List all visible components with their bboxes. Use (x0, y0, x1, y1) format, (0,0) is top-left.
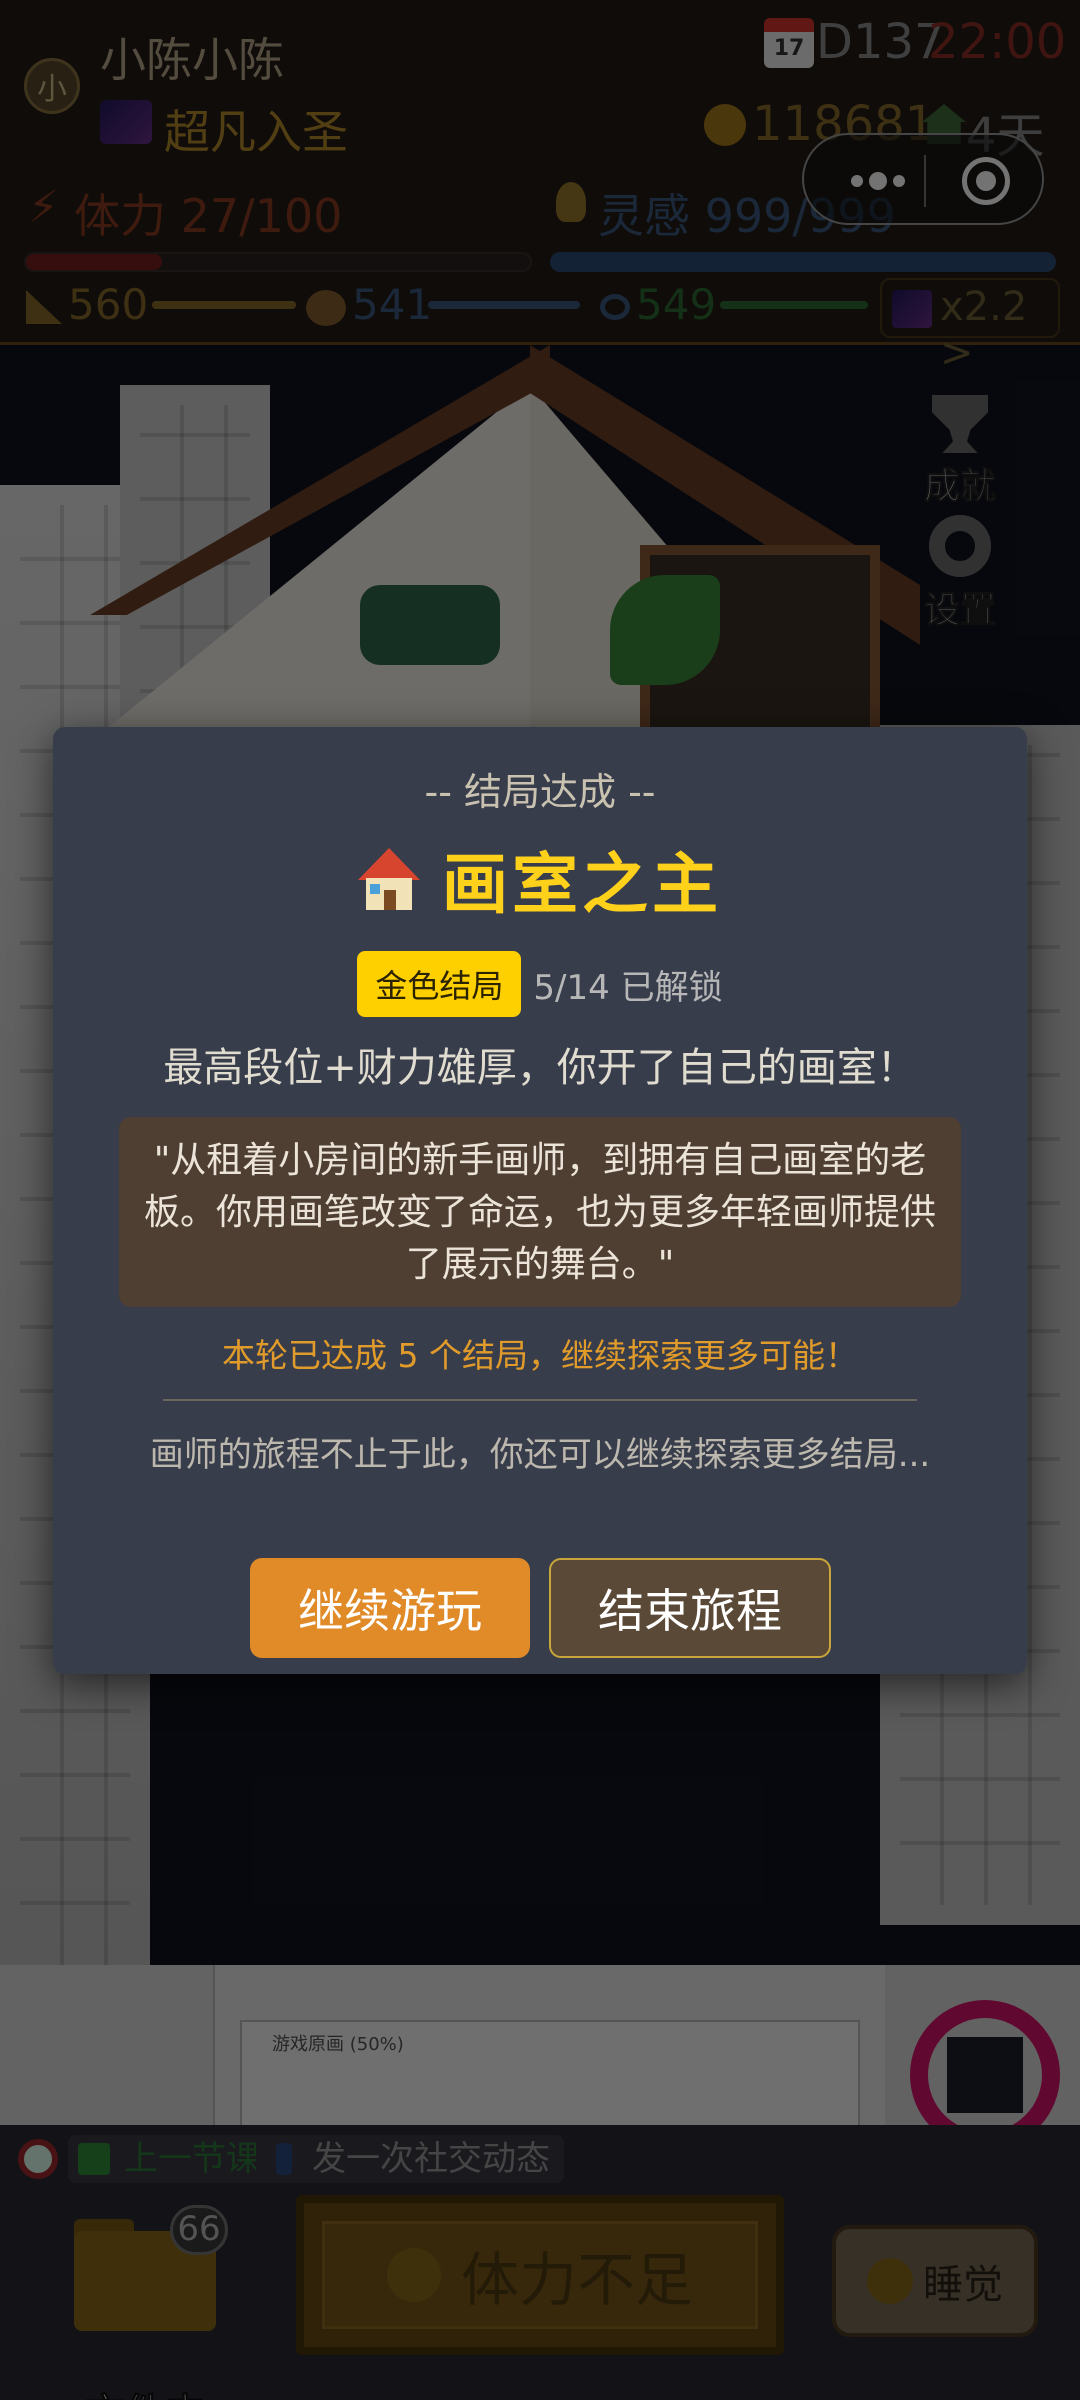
stat-art-value: 541 (352, 280, 433, 329)
target-icon (18, 2139, 58, 2179)
task-chip[interactable]: 发一次社交动态 (256, 2135, 564, 2183)
day-counter: D137 (816, 14, 945, 70)
modal-title-row: 画室之主 (53, 831, 1027, 927)
tool-panel (0, 1965, 215, 2125)
rank-label: 超凡入圣 (164, 105, 348, 159)
calendar-icon: 17 (764, 18, 814, 68)
drawing-canvas: 游戏原画 (50%) (240, 2020, 860, 2125)
achievements-button[interactable]: 成就 (900, 395, 1020, 508)
action-bar: 上一节课 发一次社交动态 66 文件夹 体力不足 睡觉 (0, 2125, 1080, 2400)
folder-count-badge: 66 (170, 2205, 228, 2255)
multiplier-button[interactable]: x2.2 > (880, 278, 1060, 376)
sleep-button[interactable]: 睡觉 (832, 2225, 1038, 2337)
phone-icon (276, 2143, 292, 2175)
sleep-label: 睡觉 (923, 2262, 1003, 2308)
miniprogram-capsule (802, 133, 1044, 225)
journey-note: 画师的旅程不止于此，你还可以继续探索更多结局... (149, 1435, 931, 1475)
ending-modal: -- 结局达成 -- 画室之主 金色结局 5/14 已解锁 最高段位+财力雄厚，… (53, 727, 1027, 1674)
task-label: 发一次社交动态 (312, 2139, 550, 2179)
sleeping-bag[interactable] (360, 585, 500, 665)
color-panel (885, 1965, 1080, 2125)
eye-icon (600, 294, 630, 320)
progress-note: 本轮已达成 5 个结局，继续探索更多可能！ (222, 1336, 858, 1375)
energy-bar (24, 252, 532, 272)
canvas-title: 游戏原画 (50%) (272, 2034, 404, 2055)
trophy-icon (932, 395, 988, 453)
unlock-count: 5/14 已解锁 (533, 967, 723, 1008)
stat-skill-bar (152, 301, 296, 309)
ending-tier-badge: 金色结局 (357, 951, 522, 1017)
lightning-icon: ⚡ (28, 182, 59, 233)
checkbox-checked-icon (78, 2143, 110, 2175)
close-target-icon[interactable] (962, 157, 1010, 205)
drawing-software-window: 游戏原画 (50%) (0, 1965, 1080, 2125)
stat-skill-value: 560 (68, 280, 149, 329)
clock-time: 22:00 (928, 14, 1067, 70)
folder-button[interactable]: 66 文件夹 (70, 2205, 228, 2400)
main-action-button[interactable]: 体力不足 (296, 2195, 784, 2355)
continue-button[interactable]: 继续游玩 (250, 1558, 530, 1658)
ruler-icon (26, 290, 62, 324)
end-journey-button[interactable]: 结束旅程 (549, 1558, 831, 1658)
energy-label: 体力 27/100 (74, 189, 343, 243)
inspiration-bar-fill (550, 252, 1056, 272)
modal-header: -- 结局达成 -- (424, 770, 656, 814)
color-picker-square (947, 2037, 1023, 2113)
ending-quote: "从租着小房间的新手画师，到拥有自己画室的老板。你用画笔改变了命运，也为更多年轻… (119, 1117, 961, 1307)
status-hud: 小 小陈小陈 超凡入圣 17 D137 22:00 118681 4天 ⚡ 体力… (0, 0, 1080, 376)
avatar[interactable]: 小 (24, 58, 80, 114)
player-name: 小陈小陈 (100, 33, 284, 87)
potted-plant[interactable] (610, 575, 720, 685)
stat-vision-value: 549 (636, 280, 717, 329)
inspiration-bar (550, 252, 1056, 272)
galaxy-icon (892, 290, 932, 328)
ending-description: 最高段位+财力雄厚，你开了自己的画室！ (163, 1045, 917, 1091)
multiplier-label: x2.2 > (940, 284, 1028, 376)
task-chip[interactable]: 上一节课 (68, 2135, 274, 2183)
more-menu-icon[interactable] (838, 163, 918, 199)
galaxy-icon (100, 100, 152, 144)
palette-icon (306, 290, 346, 326)
house-icon (358, 848, 420, 910)
achievements-label: 成就 (923, 466, 996, 508)
ending-title: 画室之主 (442, 846, 722, 923)
folder-label: 文件夹 (70, 2381, 220, 2400)
capsule-divider (924, 155, 926, 207)
divider (163, 1399, 917, 1401)
settings-label: 设置 (923, 590, 996, 632)
energy-bar-fill (26, 254, 163, 270)
coin-icon (704, 104, 746, 146)
gear-icon (929, 515, 991, 577)
lightbulb-icon (556, 182, 586, 222)
sleepy-face-icon (867, 2258, 913, 2304)
main-action-label: 体力不足 (460, 2246, 693, 2314)
stat-vision-bar (720, 301, 868, 309)
settings-button[interactable]: 设置 (900, 515, 1020, 632)
ending-meta: 金色结局 5/14 已解锁 (53, 951, 1027, 1017)
task-label: 上一节课 (124, 2139, 260, 2179)
stat-art-bar (428, 301, 580, 309)
sleepy-face-icon (386, 2248, 441, 2302)
